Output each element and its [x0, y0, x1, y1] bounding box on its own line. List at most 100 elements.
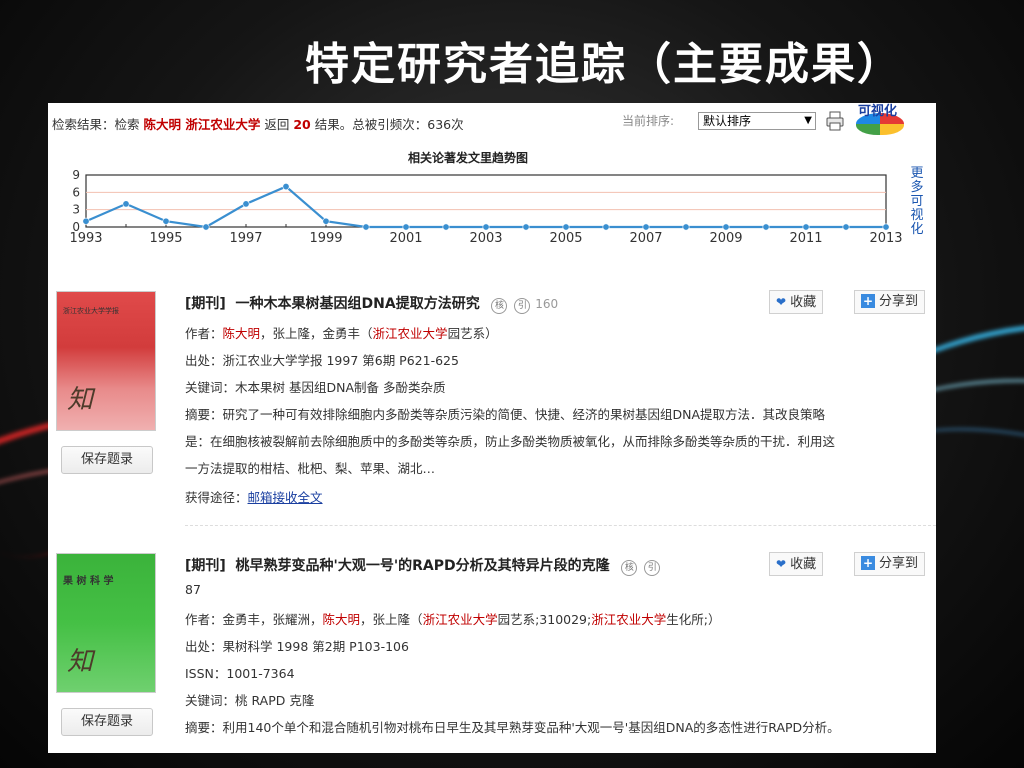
author-pre: 金勇丰，张耀洲， [222, 612, 323, 627]
y-tick-label: 6 [72, 185, 80, 199]
org-link[interactable]: 浙江农业大学 [373, 326, 448, 341]
journal-cover-thumbnail[interactable]: 果 树 科 学 知 [56, 553, 156, 693]
trend-chart: 96301993 1995 1997 1999 2001 2003 2005 2007 2009… [69, 168, 902, 246]
share-label: 分享到 [879, 294, 919, 309]
core-journal-badge: 核 [621, 560, 638, 576]
data-point [562, 223, 570, 231]
org-rest: 园艺系） [447, 326, 498, 341]
data-point [882, 223, 890, 231]
favorite-button[interactable]: ❤ 收藏 [769, 552, 824, 576]
data-point [122, 200, 130, 208]
data-point [242, 200, 250, 208]
sort-label: 当前排序: [622, 114, 675, 128]
data-point [442, 223, 450, 231]
data-point [82, 217, 90, 225]
heart-icon: ❤ [776, 557, 787, 571]
visualize-icon[interactable]: 可视化 [852, 103, 904, 135]
author-link[interactable]: 陈大明 [323, 612, 361, 627]
record-keywords: 关键词：木本果树 基因组DNA制备 多酚类杂质 [185, 380, 446, 395]
x-tick-label: 2005 [549, 231, 582, 246]
record-abstract: 摘要：利用140个单个和混合随机引物对桃布日早生及其早熟芽变品种'大观一号'基因… [185, 720, 840, 735]
x-tick-label: 2013 [869, 231, 902, 246]
summary-count: 20 [293, 117, 311, 132]
favorite-label: 收藏 [790, 295, 817, 310]
search-results-panel: 检索结果：检索 陈大明 浙江农业大学 返回 20 结果。总被引频次：636次 当… [48, 103, 936, 753]
record-title: [期刊] 桃早熟芽变品种'大观一号'的RAPD分析及其特异片段的克隆 核 引 [185, 555, 661, 576]
org-rest: 生化所;） [666, 612, 721, 627]
favorite-label: 收藏 [790, 557, 817, 572]
data-point [602, 223, 610, 231]
access-label: 获得途径： [185, 490, 248, 505]
record-abstract: 摘要：研究了一种可有效排除细胞内多酚类等杂质污染的简便、快捷、经济的果树基因组D… [185, 407, 826, 422]
cited-badge: 引 [514, 298, 531, 314]
data-point [762, 223, 770, 231]
sort-selected-value: 默认排序 [703, 114, 752, 128]
author-label: 作者： [185, 326, 223, 341]
summary-suffix: 结果。总被引频次：636次 [314, 117, 464, 132]
author-link[interactable]: 陈大明 [223, 326, 261, 341]
data-point [482, 223, 490, 231]
favorite-button[interactable]: ❤ 收藏 [769, 290, 824, 314]
data-point [402, 223, 410, 231]
y-tick-label: 9 [72, 168, 80, 182]
data-point [322, 217, 330, 225]
record-title: [期刊] 一种木本果树基因组DNA提取方法研究 核 引 160 [185, 293, 558, 314]
journal-cover-thumbnail[interactable]: 浙江农业大学学报 知 [56, 291, 156, 431]
plus-icon: + [861, 294, 875, 308]
x-tick-label: 1995 [149, 231, 182, 246]
record-source: 出处：果树科学 1998 第2期 P103-106 [185, 639, 409, 654]
org-link[interactable]: 浙江农业大学 [591, 612, 666, 627]
share-button[interactable]: + 分享到 [854, 290, 926, 314]
org-link[interactable]: 浙江农业大学 [423, 612, 498, 627]
chevron-down-icon: ▼ [804, 115, 812, 126]
author-label: 作者： [185, 612, 223, 627]
x-tick-label: 1999 [309, 231, 342, 246]
search-summary: 检索结果：检索 陈大明 浙江农业大学 返回 20 结果。总被引频次：636次 [52, 114, 464, 133]
share-button[interactable]: + 分享到 [854, 552, 926, 576]
chart-title: 相关论著发文里趋势图 [408, 151, 529, 165]
more-visualization-link[interactable]: 更多可视化 [910, 167, 924, 237]
author-rest: ，张上隆（ [360, 612, 423, 627]
core-journal-badge: 核 [491, 298, 508, 314]
cited-badge: 引 [644, 560, 661, 576]
summary-mid: 返回 [264, 117, 290, 132]
record-abstract: 是：在细胞核被裂解前去除细胞质中的多酚类等杂质，防止多酚类物质被氧化，从而排除多… [185, 434, 836, 449]
summary-query: 陈大明 浙江农业大学 [143, 117, 261, 132]
save-citation-button[interactable]: 保存题录 [61, 446, 153, 474]
data-point [202, 223, 210, 231]
print-icon[interactable] [826, 111, 844, 131]
record-authors: 作者：金勇丰，张耀洲，陈大明，张上隆（浙江农业大学园艺系;310029;浙江农业… [185, 609, 720, 628]
org-mid: 园艺系;310029; [497, 612, 592, 627]
cite-count: 87 [185, 582, 201, 597]
record-source: 出处：浙江农业大学学报 1997 第6期 P621-625 [185, 353, 459, 368]
data-point [802, 223, 810, 231]
plot-area [85, 174, 887, 228]
data-point [522, 223, 530, 231]
record-title-link[interactable]: 一种木本果树基因组DNA提取方法研究 [236, 296, 480, 312]
heart-icon: ❤ [776, 295, 787, 309]
plus-icon: + [861, 556, 875, 570]
email-fulltext-link[interactable]: 邮箱接收全文 [248, 490, 323, 505]
y-tick-label: 3 [72, 203, 80, 217]
data-point [642, 223, 650, 231]
author-rest: ，张上隆，金勇丰（ [260, 326, 373, 341]
data-point [362, 223, 370, 231]
record-type: [期刊] [185, 558, 226, 574]
x-tick-label: 2009 [709, 231, 742, 246]
data-point [682, 223, 690, 231]
data-point [722, 223, 730, 231]
sort-select[interactable]: 默认排序 ▼ [698, 112, 816, 130]
record-divider [185, 525, 936, 526]
share-label: 分享到 [879, 556, 919, 571]
data-point [282, 183, 290, 191]
save-citation-button[interactable]: 保存题录 [61, 708, 153, 736]
data-point [162, 217, 170, 225]
cite-count: 160 [535, 297, 559, 311]
summary-prefix: 检索结果：检索 [52, 117, 140, 132]
x-tick-label: 2001 [389, 231, 422, 246]
cover-signature: 知 [67, 647, 94, 677]
cover-title: 浙江农业大学学报 [63, 307, 119, 315]
record-abstract: 一方法提取的柑桔、枇杷、梨、苹果、湖北… [185, 461, 436, 476]
x-tick-label: 2003 [469, 231, 502, 246]
record-title-link[interactable]: 桃早熟芽变品种'大观一号'的RAPD分析及其特异片段的克隆 [236, 558, 610, 574]
